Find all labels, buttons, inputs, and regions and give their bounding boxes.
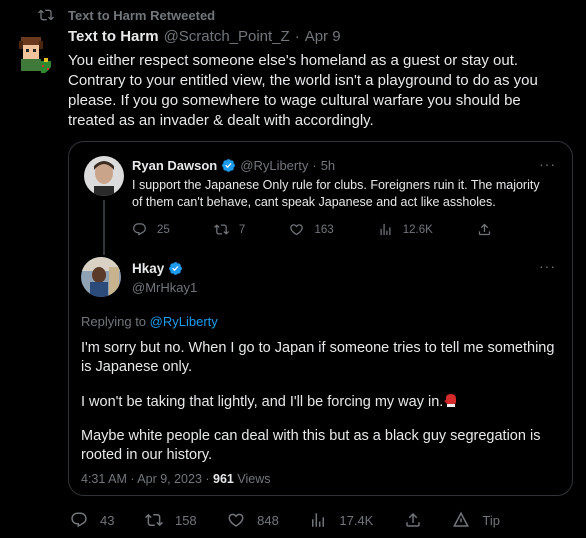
verified-badge-icon [222, 159, 236, 172]
reply-count: 25 [157, 223, 170, 236]
separator: · [294, 28, 300, 45]
boxing-glove-icon [444, 394, 457, 407]
views-count: 961 [213, 472, 234, 486]
replying-to: Replying to @RyLiberty [81, 314, 218, 329]
retweet-count: 158 [174, 512, 197, 528]
reply-button[interactable]: 43 [70, 511, 114, 529]
avatar[interactable] [81, 257, 121, 297]
tweet-date[interactable]: Apr 9 [305, 28, 341, 45]
retweet-label[interactable]: Text to Harm Retweeted [68, 8, 215, 23]
reply-text: I'm sorry but no. When I go to Japan if … [81, 339, 561, 480]
like-count: 163 [314, 223, 334, 236]
reply-button[interactable]: 25 [132, 222, 170, 237]
views-button[interactable]: 17.4K [309, 511, 373, 529]
author-handle[interactable]: @RyLiberty [240, 158, 308, 173]
avatar[interactable] [9, 31, 55, 77]
share-button[interactable] [477, 222, 492, 237]
tip-label: Tip [482, 512, 500, 528]
more-options-icon[interactable]: ··· [539, 258, 556, 274]
retweet-indicator: Text to Harm Retweeted [38, 7, 215, 23]
reply-paragraph: Maybe white people can deal with this bu… [81, 428, 541, 463]
views-label: Views [237, 472, 271, 486]
retweet-button[interactable]: 158 [145, 511, 197, 529]
avatar[interactable] [84, 156, 124, 196]
tip-button[interactable]: Tip [452, 511, 500, 529]
reply-icon [71, 512, 87, 528]
like-button[interactable]: 163 [289, 222, 334, 237]
tweet-header: Text to Harm @Scratch_Point_Z · Apr 9 [68, 28, 341, 45]
separator: · [312, 158, 317, 173]
pixel-avatar-image [9, 31, 55, 77]
share-icon [406, 512, 420, 527]
heart-icon [228, 513, 244, 527]
reply-paragraph: I'm sorry but no. When I go to Japan if … [81, 340, 555, 375]
reply-icon [133, 223, 146, 236]
replying-prefix: Replying to [81, 314, 147, 329]
share-button[interactable] [404, 511, 422, 529]
author-name[interactable]: Hkay [132, 261, 164, 276]
quoted-tweet-header: Ryan Dawson @RyLiberty · 5h [132, 158, 335, 173]
reply-count: 43 [100, 512, 115, 528]
reply-paragraph: I won't be taking that lightly, and I'll… [81, 392, 561, 412]
quoted-tweet-text: I support the Japanese Only rule for clu… [132, 178, 540, 209]
heart-icon [290, 224, 304, 236]
share-icon [478, 223, 491, 236]
tweet-time[interactable]: 5h [321, 158, 335, 173]
retweet-icon [213, 224, 229, 235]
profile-photo [81, 257, 121, 297]
retweet-button[interactable]: 7 [213, 222, 246, 237]
tweet-text: You either respect someone else's homela… [68, 52, 538, 129]
reply-author-header: Hkay [132, 261, 183, 276]
replying-to-link[interactable]: @RyLiberty [150, 314, 218, 329]
retweet-count: 7 [238, 223, 246, 236]
tweet-actions: 43 158 848 17.4K Tip [70, 511, 500, 529]
reply-paragraph-text: I won't be taking that lightly, and I'll… [81, 394, 444, 410]
retweet-icon [38, 9, 54, 21]
tip-icon [453, 511, 470, 527]
view-count: 17.4K [339, 512, 374, 528]
verified-badge-icon [169, 262, 183, 275]
author-name[interactable]: Ryan Dawson [132, 158, 217, 173]
thread-connector [103, 200, 105, 255]
like-count: 848 [257, 512, 279, 528]
profile-photo [84, 156, 124, 196]
author-handle[interactable]: @MrHkay1 [132, 280, 197, 295]
tweet-metadata: 4:31 AM · Apr 9, 2023 · 961 Views [81, 472, 271, 486]
more-options-icon[interactable]: ··· [539, 156, 556, 172]
quoted-tweet-card[interactable]: Ryan Dawson @RyLiberty · 5h ··· I suppor… [68, 141, 573, 496]
timestamp[interactable]: 4:31 AM · Apr 9, 2023 · [81, 472, 210, 486]
retweet-icon [145, 513, 163, 527]
analytics-icon [312, 513, 325, 527]
like-button[interactable]: 848 [227, 511, 279, 529]
views-button[interactable]: 12.6K [378, 222, 433, 237]
view-count: 12.6K [402, 223, 433, 236]
author-name[interactable]: Text to Harm [68, 28, 159, 45]
quoted-tweet-actions: 25 7 163 12.6K [132, 222, 492, 237]
analytics-icon [380, 223, 391, 236]
author-handle[interactable]: @Scratch_Point_Z [164, 28, 290, 45]
